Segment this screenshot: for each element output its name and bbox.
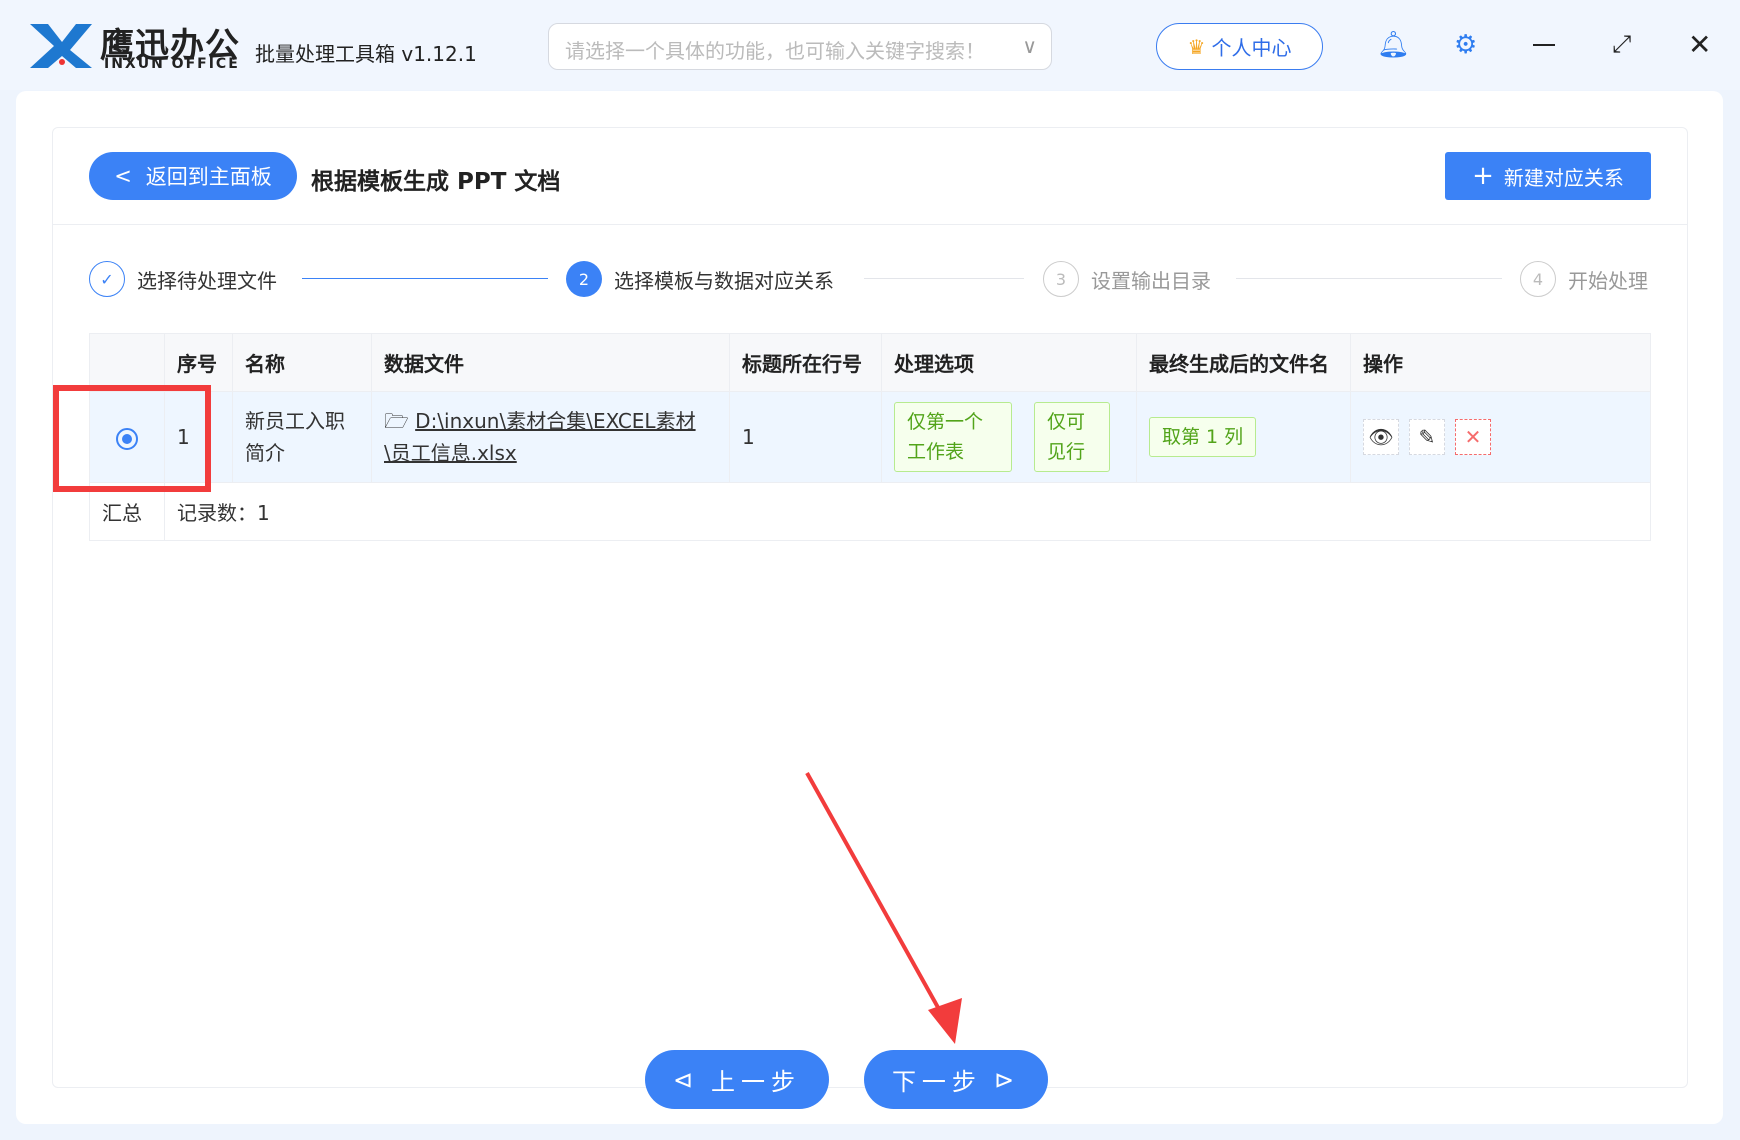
chevron-right-circle-icon: ⊳ (994, 1066, 1020, 1094)
mapping-table: 序号 名称 数据文件 标题所在行号 处理选项 最终生成后的文件名 操作 1 新员… (89, 333, 1651, 541)
page-title: 根据模板生成 PPT 文档 (311, 162, 560, 196)
step-label: 选择待处理文件 (137, 265, 277, 294)
brand-sub: INXUN OFFICE (104, 56, 240, 72)
back-label: 返回到主面板 (146, 161, 272, 191)
step-4: 4 开始处理 (1520, 260, 1648, 298)
eye-icon[interactable]: 👁︎ (1363, 419, 1399, 455)
step-connector (864, 278, 1024, 279)
col-filename: 最终生成后的文件名 (1137, 334, 1351, 392)
col-actions: 操作 (1351, 334, 1651, 392)
step-connector (302, 278, 548, 279)
logo-icon (26, 22, 96, 70)
edit-icon[interactable]: ✎ (1409, 419, 1445, 455)
step-number: 2 (566, 261, 602, 297)
table-row[interactable]: 1 新员工入职简介 🗁 D:\inxun\素材合集\EXCEL素材\员工信息.x… (90, 392, 1651, 483)
user-center-label: 个人中心 (1211, 32, 1291, 61)
next-step-button[interactable]: 下一步 ⊳ (864, 1050, 1048, 1109)
row-title-row: 1 (730, 392, 882, 483)
row-options: 仅第一个工作表仅可见行 (882, 392, 1137, 483)
minimize-button[interactable] (1533, 44, 1555, 46)
prev-label: 上一步 (711, 1062, 801, 1097)
col-title-row: 标题所在行号 (730, 334, 882, 392)
table-header: 序号 名称 数据文件 标题所在行号 处理选项 最终生成后的文件名 操作 (90, 334, 1651, 392)
next-label: 下一步 (892, 1062, 982, 1097)
maximize-button[interactable]: ⤢ (1612, 30, 1631, 58)
step-number: 3 (1043, 261, 1079, 297)
folder-icon: 🗁 (384, 409, 415, 433)
crown-icon: ♛ (1188, 35, 1206, 59)
step-label: 开始处理 (1568, 265, 1648, 294)
chevron-down-icon: ∨ (1022, 34, 1037, 58)
row-name: 新员工入职简介 (233, 392, 372, 483)
row-actions: 👁︎ ✎ ✕ (1351, 392, 1651, 483)
content-card (52, 127, 1688, 1088)
col-name: 名称 (233, 334, 372, 392)
filename-tag: 取第 1 列 (1149, 417, 1256, 457)
app-title: 批量处理工具箱 v1.12.1 (255, 38, 477, 67)
plus-icon: + (1472, 161, 1494, 191)
step-1: ✓ 选择待处理文件 (89, 260, 277, 298)
file-link[interactable]: D:\inxun\素材合集\EXCEL素材\员工信息.xlsx (384, 409, 696, 465)
delete-icon[interactable]: ✕ (1455, 419, 1491, 455)
step-label: 选择模板与数据对应关系 (614, 265, 834, 294)
function-search-input[interactable]: 请选择一个具体的功能，也可输入关键字搜索！ ∨ (548, 23, 1052, 70)
step-label: 设置输出目录 (1091, 265, 1211, 294)
step-2: 2 选择模板与数据对应关系 (566, 260, 834, 298)
prev-step-button[interactable]: ⊲ 上一步 (645, 1050, 829, 1109)
gear-icon[interactable]: ⚙ (1454, 30, 1477, 60)
check-icon: ✓ (89, 261, 125, 297)
new-mapping-button[interactable]: + 新建对应关系 (1445, 152, 1651, 200)
row-file[interactable]: 🗁 D:\inxun\素材合集\EXCEL素材\员工信息.xlsx (372, 392, 730, 483)
col-select (90, 334, 165, 392)
col-index: 序号 (165, 334, 233, 392)
option-tag: 仅第一个工作表 (894, 402, 1012, 472)
bell-icon[interactable]: 🔔︎ (1377, 30, 1410, 60)
option-tag: 仅可见行 (1034, 402, 1110, 472)
close-button[interactable]: ✕ (1688, 28, 1711, 61)
chevron-left-icon: < (114, 164, 132, 188)
back-to-main-button[interactable]: < 返回到主面板 (89, 152, 297, 200)
search-placeholder: 请选择一个具体的功能，也可输入关键字搜索！ (565, 39, 985, 63)
summary-row: 汇总 记录数：1 (90, 483, 1651, 541)
step-number: 4 (1520, 261, 1556, 297)
step-3: 3 设置输出目录 (1043, 260, 1211, 298)
record-count: 记录数：1 (165, 483, 1651, 541)
chevron-left-circle-icon: ⊲ (673, 1066, 699, 1094)
divider (52, 224, 1688, 225)
user-center-button[interactable]: ♛个人中心 (1156, 23, 1323, 70)
row-filename: 取第 1 列 (1137, 392, 1351, 483)
step-connector (1236, 278, 1502, 279)
col-options: 处理选项 (882, 334, 1137, 392)
col-data-file: 数据文件 (372, 334, 730, 392)
new-label: 新建对应关系 (1504, 162, 1624, 191)
highlight-box (53, 385, 211, 492)
